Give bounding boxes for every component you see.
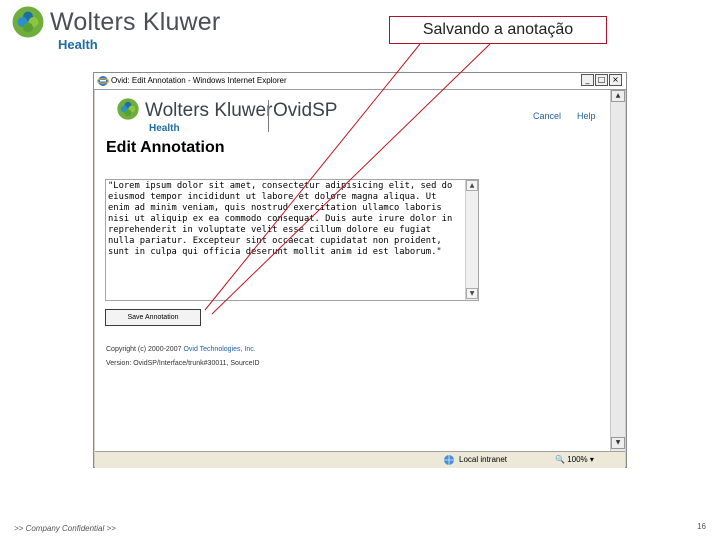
copyright-line: Copyright (c) 2000-2007 Ovid Technologie… <box>106 346 256 353</box>
brand-division: Health <box>58 37 98 52</box>
wolters-kluwer-logo-icon <box>117 98 139 120</box>
save-annotation-button[interactable]: Save Annotation <box>105 309 201 326</box>
close-button[interactable]: × <box>609 74 622 86</box>
page-title: Edit Annotation <box>106 139 225 156</box>
product-name: OvidSP <box>273 100 338 121</box>
security-zone-text: Local intranet <box>459 455 508 464</box>
intranet-zone-icon <box>444 455 454 465</box>
scroll-up-icon[interactable]: ▲ <box>611 90 625 102</box>
maximize-button[interactable]: □ <box>595 74 608 86</box>
scroll-up-icon[interactable]: ▲ <box>466 180 478 191</box>
scroll-down-icon[interactable]: ▼ <box>466 288 478 299</box>
chevron-down-icon: ▾ <box>589 455 594 464</box>
page-brand-division: Health <box>149 123 180 134</box>
version-line: Version: OvidSP/Interface/trunk#30011, S… <box>106 360 260 367</box>
ovid-technologies-link[interactable]: Ovid Technologies, Inc. <box>183 346 255 353</box>
callout-label: Salvando a anotação <box>389 16 607 44</box>
page-content: Wolters Kluwer OvidSP Health Cancel Help… <box>95 90 610 451</box>
browser-window: Ovid: Edit Annotation - Windows Internet… <box>93 72 627 468</box>
help-link[interactable]: Help <box>577 111 596 121</box>
annotation-text: "Lorem ipsum dolor sit amet, consectetur… <box>108 181 458 257</box>
page-brand-name: Wolters Kluwer <box>145 100 273 121</box>
brand-name: Wolters Kluwer <box>50 8 221 36</box>
minimize-button[interactable]: _ <box>581 74 594 86</box>
internet-explorer-icon <box>97 76 109 86</box>
window-title: Ovid: Edit Annotation - Windows Internet… <box>111 76 287 85</box>
page-scrollbar[interactable]: ▲ ▼ <box>610 90 625 451</box>
cancel-link[interactable]: Cancel <box>533 111 561 121</box>
footer-confidential: >> Company Confidential >> <box>14 524 116 533</box>
zoom-level[interactable]: 🔍 100% ▾ <box>555 453 594 467</box>
annotation-textarea[interactable]: "Lorem ipsum dolor sit amet, consectetur… <box>105 179 479 301</box>
wolters-kluwer-logo-icon <box>12 6 44 38</box>
scroll-down-icon[interactable]: ▼ <box>611 437 625 449</box>
brand-divider <box>268 100 269 132</box>
page-number: 16 <box>697 522 706 531</box>
zoom-value: 100% <box>567 455 588 464</box>
zoom-icon: 🔍 <box>555 455 565 464</box>
status-bar: Local intranet 🔍 100% ▾ <box>95 451 625 468</box>
copyright-text: Copyright (c) 2000-2007 <box>106 346 184 353</box>
title-bar: Ovid: Edit Annotation - Windows Internet… <box>94 73 626 90</box>
textarea-scrollbar[interactable]: ▲ ▼ <box>465 180 478 300</box>
